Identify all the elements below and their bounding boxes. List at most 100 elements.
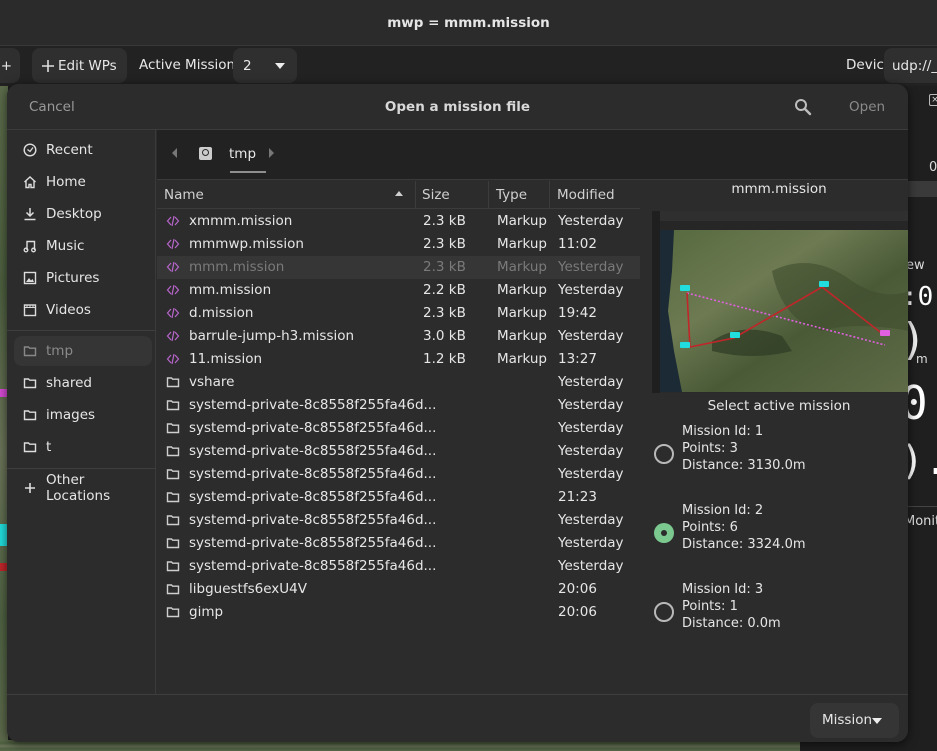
telemetry-unit: m (916, 352, 928, 366)
column-header-size[interactable]: Size (422, 187, 450, 203)
file-name: systemd-private-8c8558f255fa46d... (189, 420, 437, 436)
file-modified: 11:02 (558, 236, 597, 252)
file-chooser-dialog: Cancel Open a mission file Open Recent H… (7, 84, 908, 742)
sidebar-item-music[interactable]: Music (14, 231, 152, 261)
mission-id: Mission Id: 2 (682, 503, 764, 518)
telemetry-label: ew (906, 258, 925, 273)
folder-icon (23, 376, 37, 390)
open-button[interactable]: Open (849, 99, 885, 115)
code-file-icon (166, 283, 180, 297)
cancel-button[interactable]: Cancel (29, 99, 75, 115)
file-row[interactable]: mmmwp.mission 2.3 kB Markup 11:02 (157, 233, 640, 256)
code-file-icon (166, 306, 180, 320)
sidebar-item-images[interactable]: images (14, 400, 152, 430)
file-row[interactable]: barrule-jump-h3.mission 3.0 kB Markup Yeste… (157, 325, 640, 348)
radio-button-selected[interactable] (654, 523, 674, 543)
file-modified: Yesterday (558, 282, 624, 298)
folder-icon (166, 605, 180, 619)
close-icon[interactable]: × (929, 94, 937, 106)
file-size: 2.3 kB (423, 305, 466, 321)
folder-icon (166, 536, 180, 550)
select-active-mission-label: Select active mission (707, 398, 851, 414)
file-name: mmm.mission (189, 259, 285, 275)
column-divider (488, 181, 489, 209)
file-row[interactable]: systemd-private-8c8558f255fa46d... Yester… (157, 532, 640, 555)
file-row[interactable]: systemd-private-8c8558f255fa46d... Yester… (157, 394, 640, 417)
home-icon (23, 175, 37, 189)
sidebar-item-shared[interactable]: shared (14, 368, 152, 398)
file-row[interactable]: gimp 20:06 (157, 601, 640, 624)
folder-icon (166, 582, 180, 596)
file-row[interactable]: mmm.mission 2.3 kB Markup Yesterday (157, 256, 640, 279)
radio-button[interactable] (654, 444, 674, 464)
path-segment-tmp[interactable]: tmp (229, 146, 256, 162)
film-icon (23, 303, 37, 317)
search-icon[interactable] (793, 97, 813, 117)
file-row[interactable]: 11.mission 1.2 kB Markup 13:27 (157, 348, 640, 371)
sidebar-divider (7, 468, 156, 469)
sidebar-item-desktop[interactable]: Desktop (14, 199, 152, 229)
file-row[interactable]: systemd-private-8c8558f255fa46d... Yester… (157, 509, 640, 532)
file-size: 2.3 kB (423, 213, 466, 229)
file-row[interactable]: systemd-private-8c8558f255fa46d... Yester… (157, 463, 640, 486)
file-row[interactable]: systemd-private-8c8558f255fa46d... 21:23 (157, 486, 640, 509)
sidebar-item-recent[interactable]: Recent (14, 135, 152, 165)
folder-icon (166, 375, 180, 389)
file-row[interactable]: vshare Yesterday (157, 371, 640, 394)
file-row[interactable]: xmmm.mission 2.3 kB Markup Yesterday (157, 210, 640, 233)
sidebar-item-label: Recent (46, 142, 93, 158)
column-header-name[interactable]: Name (164, 187, 204, 203)
chevron-down-icon (872, 718, 882, 724)
mission-option-1[interactable]: Mission Id: 1 Points: 3 Distance: 3130.0… (654, 423, 894, 483)
sidebar-item-pictures[interactable]: Pictures (14, 263, 152, 293)
radio-button[interactable] (654, 602, 674, 622)
edit-wps-label: Edit WPs (58, 57, 117, 74)
sidebar-item-other-locations[interactable]: Other Locations (14, 472, 152, 504)
add-button[interactable]: + (0, 48, 20, 83)
file-modified: 19:42 (558, 305, 597, 321)
sidebar-item-label: t (46, 439, 52, 455)
file-row[interactable]: d.mission 2.3 kB Markup 19:42 (157, 302, 640, 325)
sidebar-item-label: Desktop (46, 206, 102, 222)
file-row[interactable]: libguestfs6exU4V 20:06 (157, 578, 640, 601)
folder-icon (166, 444, 180, 458)
file-row[interactable]: systemd-private-8c8558f255fa46d... Yester… (157, 440, 640, 463)
sidebar-item-label: Home (46, 174, 86, 190)
mission-distance: Distance: 3324.0m (682, 537, 806, 552)
file-filter-dropdown[interactable]: Mission (810, 703, 899, 738)
file-modified: 20:06 (558, 604, 597, 620)
chevron-right-icon[interactable] (269, 148, 274, 158)
folder-icon (23, 408, 37, 422)
folder-icon (166, 490, 180, 504)
mission-distance: Distance: 0.0m (682, 616, 781, 631)
active-mission-label: Active Mission (139, 57, 236, 73)
file-type: Markup (497, 213, 547, 229)
edit-wps-button[interactable]: Edit WPs (32, 48, 127, 83)
folder-icon (23, 344, 37, 358)
file-row[interactable]: systemd-private-8c8558f255fa46d... Yester… (157, 555, 640, 578)
telemetry-panel: × 0 ew :0 ) m 0( ). Monit (900, 86, 937, 751)
column-divider (549, 181, 550, 209)
folder-icon (166, 398, 180, 412)
path-bar: tmp (157, 130, 908, 180)
mission-option-3[interactable]: Mission Id: 3 Points: 1 Distance: 0.0m (654, 581, 894, 641)
mission-option-2[interactable]: Mission Id: 2 Points: 6 Distance: 3324.0… (654, 502, 894, 562)
column-header-modified[interactable]: Modified (557, 187, 615, 203)
sidebar-item-home[interactable]: Home (14, 167, 152, 197)
file-filter-value: Mission (822, 712, 873, 728)
column-header-type[interactable]: Type (496, 187, 527, 203)
file-name: systemd-private-8c8558f255fa46d... (189, 512, 437, 528)
file-modified: Yesterday (558, 328, 624, 344)
file-modified: Yesterday (558, 512, 624, 528)
sidebar-item-videos[interactable]: Videos (14, 295, 152, 325)
sidebar-item-t[interactable]: t (14, 432, 152, 462)
device-input[interactable]: udp://__ (884, 48, 937, 83)
app-window: mwp = mmm.mission + Edit WPs Active Miss… (0, 0, 937, 751)
sidebar-item-tmp[interactable]: tmp (14, 336, 152, 366)
file-row[interactable]: mm.mission 2.2 kB Markup Yesterday (157, 279, 640, 302)
sidebar-divider (7, 330, 156, 331)
chevron-left-icon[interactable] (172, 148, 177, 158)
active-mission-dropdown[interactable]: 2 (233, 48, 297, 83)
mission-id: Mission Id: 1 (682, 424, 764, 439)
file-row[interactable]: systemd-private-8c8558f255fa46d... Yester… (157, 417, 640, 440)
